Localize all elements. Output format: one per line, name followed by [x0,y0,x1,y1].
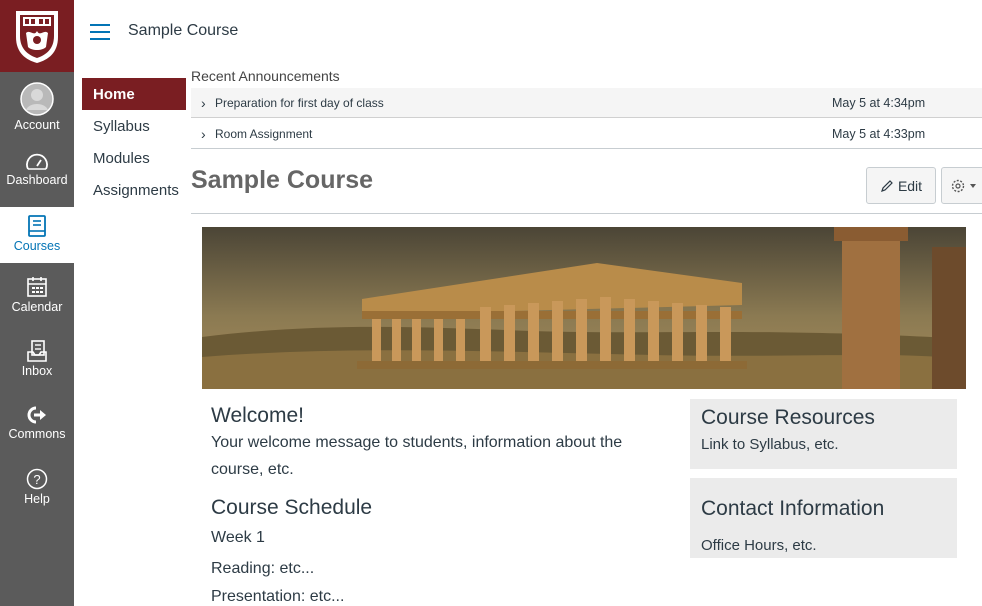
settings-menu-button[interactable] [941,167,982,204]
announcement-title: Preparation for first day of class [215,95,384,110]
nav-label: Courses [13,239,61,253]
crest-icon [16,11,58,63]
calendar-icon [27,277,47,297]
nav-label: Commons [8,427,66,441]
resources-text: Link to Syllabus, etc. [701,436,839,453]
welcome-text-line2: course, etc. [211,461,294,478]
resources-heading: Course Resources [701,406,875,429]
nav-label: Account [14,118,60,132]
nav-dashboard[interactable]: Dashboard [0,153,74,187]
announcement-row[interactable]: › Room Assignment May 5 at 4:33pm [191,119,982,149]
announcement-row[interactable]: › Preparation for first day of class May… [191,88,982,118]
announcements-heading: Recent Announcements [191,68,340,84]
nav-label: Help [24,492,50,506]
contact-text: Office Hours, etc. [701,537,817,554]
inbox-icon [27,340,47,362]
university-logo[interactable] [0,0,74,72]
gear-icon [951,179,964,192]
nav-help[interactable]: ? Help [0,468,74,506]
announcement-title: Room Assignment [215,126,313,141]
nav-label: Calendar [11,300,63,314]
welcome-text-line1: Your welcome message to students, inform… [211,434,623,451]
course-nav-syllabus[interactable]: Syllabus [82,110,186,142]
schedule-presentation: Presentation: etc... [211,588,345,605]
course-nav-home[interactable]: Home [82,78,186,110]
chevron-right-icon: › [201,94,206,111]
commons-icon [27,406,46,424]
course-banner-image [202,227,966,389]
book-icon [28,215,46,237]
nav-label: Dashboard [6,173,68,187]
welcome-heading: Welcome! [211,404,304,427]
divider [191,213,982,214]
announcement-date: May 5 at 4:33pm [832,126,926,141]
hamburger-menu-icon[interactable] [90,24,110,40]
page-title: Sample Course [191,166,374,194]
user-avatar-icon [20,82,54,116]
edit-button-label: Edit [897,177,923,194]
nav-label: Inbox [21,364,53,378]
caret-down-icon [969,183,976,188]
nav-commons[interactable]: Commons [0,405,74,441]
schedule-reading: Reading: etc... [211,560,315,577]
global-nav: Account Dashboard Courses Calendar Inbox… [0,0,74,606]
edit-button[interactable]: Edit [866,167,936,204]
schedule-heading: Course Schedule [211,496,373,519]
course-nav-modules[interactable]: Modules [82,142,186,174]
help-icon: ? [26,468,48,490]
nav-inbox[interactable]: Inbox [0,340,74,378]
course-nav: Home Syllabus Modules Assignments [82,78,186,206]
svg-text:?: ? [33,472,40,487]
schedule-week: Week 1 [211,529,265,546]
chevron-right-icon: › [201,125,206,142]
course-nav-assignments[interactable]: Assignments [82,174,186,206]
contact-heading: Contact Information [701,497,885,520]
pencil-icon [880,179,893,192]
nav-account[interactable]: Account [0,82,74,132]
nav-courses[interactable]: Courses [0,207,74,263]
nav-calendar[interactable]: Calendar [0,276,74,314]
dashboard-icon [26,153,48,170]
breadcrumb[interactable]: Sample Course [128,22,238,40]
announcement-date: May 5 at 4:34pm [832,95,926,110]
